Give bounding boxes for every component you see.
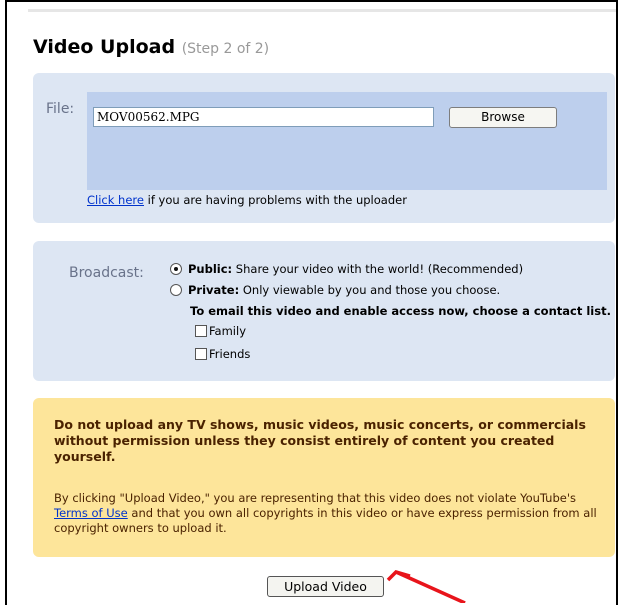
terms-text: By clicking "Upload Video," you are repr…	[54, 491, 599, 536]
private-option-desc: Only viewable by you and those you choos…	[239, 283, 501, 297]
uploader-help-text: if you are having problems with the uplo…	[143, 193, 407, 207]
terms-of-use-link[interactable]: Terms of Use	[54, 506, 128, 520]
red-arrow-annotation	[386, 570, 466, 603]
radio-selected-icon[interactable]	[170, 263, 182, 275]
radio-unselected-icon[interactable]	[170, 284, 182, 296]
private-option-title: Private:	[188, 283, 240, 297]
page-title: Video Upload (Step 2 of 2)	[33, 36, 269, 58]
broadcast-panel: Broadcast: Public: Share your video with…	[33, 241, 615, 381]
top-separator	[28, 9, 616, 12]
contact-list-family[interactable]: Family	[195, 324, 246, 338]
uploader-help-line: Click here if you are having problems wi…	[87, 193, 407, 207]
browse-button[interactable]: Browse	[449, 107, 557, 128]
broadcast-label: Broadcast:	[69, 265, 144, 281]
private-option[interactable]: Private: Only viewable by you and those …	[170, 283, 500, 297]
terms-text-before: By clicking "Upload Video," you are repr…	[54, 491, 576, 505]
contact-list-label: Family	[209, 324, 247, 338]
checkbox-icon[interactable]	[195, 348, 207, 360]
file-label: File:	[46, 101, 75, 117]
file-drop-zone: MOV00562.MPG Browse	[87, 92, 607, 190]
email-access-note: To email this video and enable access no…	[190, 304, 611, 318]
terms-text-after: and that you own all copyrights in this …	[54, 506, 597, 535]
copyright-notice-panel: Do not upload any TV shows, music videos…	[33, 398, 615, 557]
checkbox-icon[interactable]	[195, 325, 207, 337]
contact-list-label: Friends	[209, 347, 251, 361]
public-option-desc: Share your video with the world! (Recomm…	[232, 262, 524, 276]
page-title-text: Video Upload	[33, 36, 176, 58]
file-panel: File: MOV00562.MPG Browse Click here if …	[33, 73, 615, 223]
upload-video-button[interactable]: Upload Video	[267, 576, 384, 597]
public-option[interactable]: Public: Share your video with the world!…	[170, 262, 523, 276]
file-path-input[interactable]: MOV00562.MPG	[93, 107, 434, 127]
copyright-warning: Do not upload any TV shows, music videos…	[54, 417, 586, 464]
click-here-link[interactable]: Click here	[87, 193, 144, 207]
step-indicator: (Step 2 of 2)	[181, 41, 270, 57]
contact-list-friends[interactable]: Friends	[195, 347, 250, 361]
public-option-title: Public:	[188, 262, 233, 276]
